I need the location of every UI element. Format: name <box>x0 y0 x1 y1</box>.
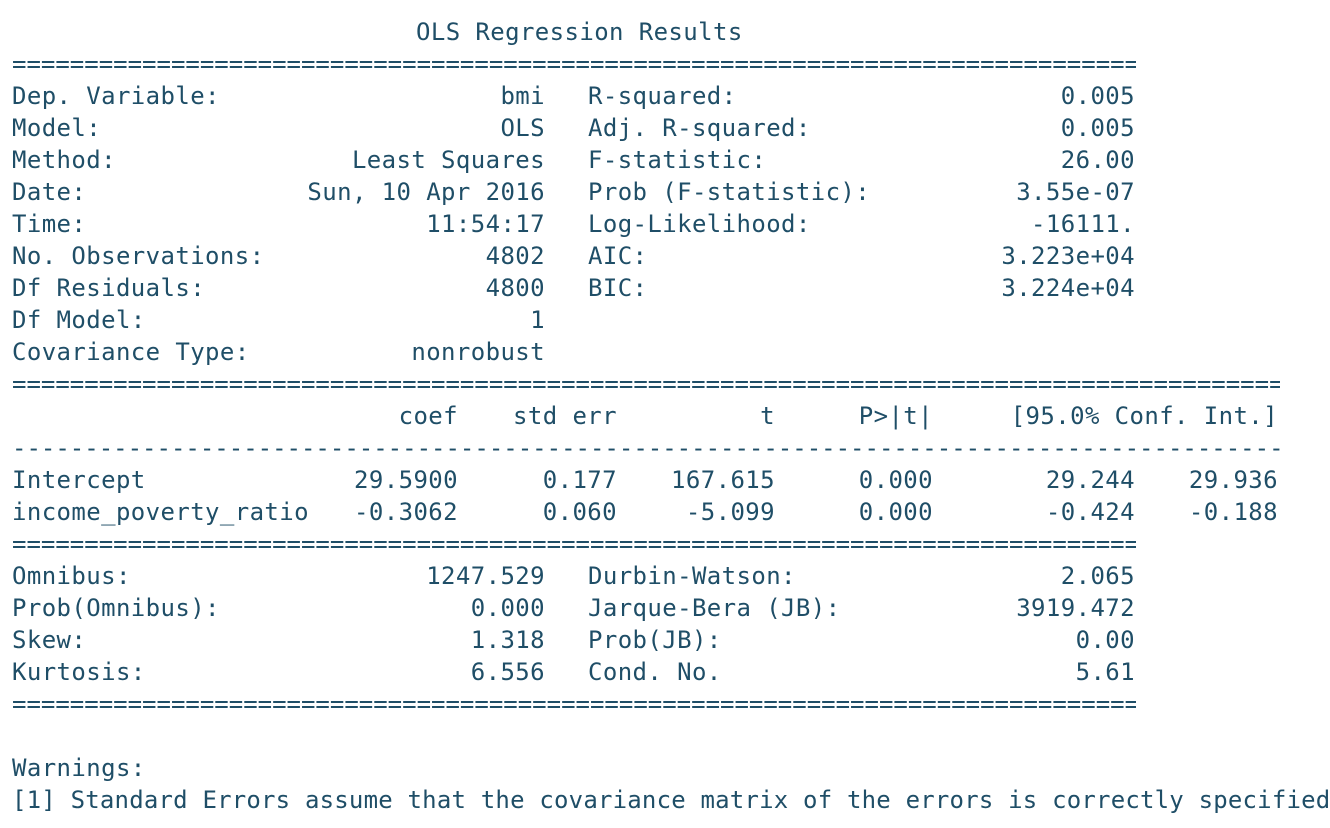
model-info-row: Model: OLS Adj. R-squared: 0.005 <box>0 112 1160 144</box>
model-info-value: nonrobust <box>411 338 545 366</box>
model-info-row: Df Residuals: 4800 BIC: 3.224e+04 <box>0 272 1160 304</box>
coef-header: coef <box>398 402 458 430</box>
model-info-row: Date: Sun, 10 Apr 2016 Prob (F-statistic… <box>0 176 1160 208</box>
model-stat-value: 0.005 <box>1060 82 1135 110</box>
coef-table-row: Intercept 29.5900 0.177 167.615 0.000 29… <box>0 464 1300 496</box>
separator-top: ========================================… <box>12 50 1136 78</box>
model-stat-value: 0.005 <box>1060 114 1135 142</box>
model-info-value: 4800 <box>485 274 545 302</box>
diagnostics-row: Omnibus: 1247.529 Durbin-Watson: 2.065 <box>0 560 1160 592</box>
model-info-label: Model: <box>12 114 102 142</box>
diagnostics-stat-label: Durbin-Watson: <box>588 562 796 590</box>
t-value: -5.099 <box>685 498 775 526</box>
diagnostics-stat-value: 0.00 <box>1075 626 1135 654</box>
model-info-value: Sun, 10 Apr 2016 <box>307 178 545 206</box>
diagnostics-row: Prob(Omnibus): 0.000 Jarque-Bera (JB): 3… <box>0 592 1160 624</box>
diagnostics-value: 1247.529 <box>426 562 545 590</box>
p-value: 0.000 <box>858 498 933 526</box>
model-stat-label: BIC: <box>588 274 648 302</box>
std-err-header: std err <box>513 402 617 430</box>
std-err-value: 0.177 <box>542 466 617 494</box>
model-info-label: Covariance Type: <box>12 338 250 366</box>
separator-dash: ----------------------------------------… <box>12 434 1280 462</box>
std-err-value: 0.060 <box>542 498 617 526</box>
diagnostics-label: Prob(Omnibus): <box>12 594 220 622</box>
diagnostics-label: Skew: <box>12 626 87 654</box>
t-value: 167.615 <box>671 466 775 494</box>
model-info-row: Time: 11:54:17 Log-Likelihood: -16111. <box>0 208 1160 240</box>
warning-item: [1] Standard Errors assume that the cova… <box>12 786 1330 814</box>
diagnostics-stat-label: Cond. No. <box>588 658 722 686</box>
model-stat-value: -16111. <box>1031 210 1135 238</box>
diagnostics-label: Omnibus: <box>12 562 131 590</box>
coef-row-name: income_poverty_ratio <box>12 498 309 526</box>
model-info-label: Time: <box>12 210 87 238</box>
model-stat-label: Prob (F-statistic): <box>588 178 871 206</box>
diagnostics-stat-label: Jarque-Bera (JB): <box>588 594 841 622</box>
warnings-heading: Warnings: <box>12 754 146 782</box>
model-info-label: Df Model: <box>12 306 146 334</box>
model-info-row: Df Model: 1 <box>0 304 1160 336</box>
model-stat-value: 3.224e+04 <box>1001 274 1135 302</box>
ci-high-value: -0.188 <box>1188 498 1278 526</box>
separator-coef-top: ========================================… <box>12 370 1280 398</box>
separator-diagnostics-top: ========================================… <box>12 530 1136 558</box>
report-title: OLS Regression Results <box>416 18 743 46</box>
model-info-value: OLS <box>500 114 545 142</box>
diagnostics-value: 6.556 <box>470 658 545 686</box>
model-info-label: No. Observations: <box>12 242 265 270</box>
model-info-value: 4802 <box>485 242 545 270</box>
model-stat-label: R-squared: <box>588 82 737 110</box>
model-info-value: bmi <box>500 82 545 110</box>
diagnostics-value: 1.318 <box>470 626 545 654</box>
model-stat-label: F-statistic: <box>588 146 767 174</box>
model-stat-label: Log-Likelihood: <box>588 210 811 238</box>
model-info-label: Dep. Variable: <box>12 82 220 110</box>
coef-row-name: Intercept <box>12 466 146 494</box>
model-info-value: 1 <box>530 306 545 334</box>
ci-low-value: -0.424 <box>1045 498 1135 526</box>
diagnostics-value: 0.000 <box>470 594 545 622</box>
ci-low-value: 29.244 <box>1045 466 1135 494</box>
diagnostics-label: Kurtosis: <box>12 658 146 686</box>
report-title-line: OLS Regression Results <box>0 16 1160 48</box>
t-header: t <box>760 402 775 430</box>
model-info-label: Date: <box>12 178 87 206</box>
model-stat-label: AIC: <box>588 242 648 270</box>
model-info-value: 11:54:17 <box>426 210 545 238</box>
model-info-label: Df Residuals: <box>12 274 206 302</box>
model-info-row: Dep. Variable: bmi R-squared: 0.005 <box>0 80 1160 112</box>
diagnostics-stat-value: 5.61 <box>1075 658 1135 686</box>
model-stat-label: Adj. R-squared: <box>588 114 811 142</box>
diagnostics-stat-value: 2.065 <box>1060 562 1135 590</box>
model-info-row: Covariance Type: nonrobust <box>0 336 1160 368</box>
diagnostics-row: Skew: 1.318 Prob(JB): 0.00 <box>0 624 1160 656</box>
ols-regression-report: OLS Regression Results =================… <box>0 0 1330 828</box>
model-stat-value: 3.55e-07 <box>1016 178 1135 206</box>
conf-int-header: [95.0% Conf. Int.] <box>1010 402 1278 430</box>
model-stat-value: 3.223e+04 <box>1001 242 1135 270</box>
model-info-row: No. Observations: 4802 AIC: 3.223e+04 <box>0 240 1160 272</box>
model-info-value: Least Squares <box>351 146 545 174</box>
model-stat-value: 26.00 <box>1060 146 1135 174</box>
p-value-header: P>|t| <box>858 402 933 430</box>
coef-value: -0.3062 <box>354 498 458 526</box>
diagnostics-row: Kurtosis: 6.556 Cond. No. 5.61 <box>0 656 1160 688</box>
coef-table-header: coef std err t P>|t| [95.0% Conf. Int.] <box>0 400 1300 432</box>
separator-bottom: ========================================… <box>12 690 1136 718</box>
diagnostics-stat-label: Prob(JB): <box>588 626 722 654</box>
p-value: 0.000 <box>858 466 933 494</box>
coef-table-row: income_poverty_ratio -0.3062 0.060 -5.09… <box>0 496 1300 528</box>
ci-high-value: 29.936 <box>1188 466 1278 494</box>
model-info-row: Method: Least Squares F-statistic: 26.00 <box>0 144 1160 176</box>
diagnostics-stat-value: 3919.472 <box>1016 594 1135 622</box>
coef-value: 29.5900 <box>354 466 458 494</box>
model-info-label: Method: <box>12 146 116 174</box>
